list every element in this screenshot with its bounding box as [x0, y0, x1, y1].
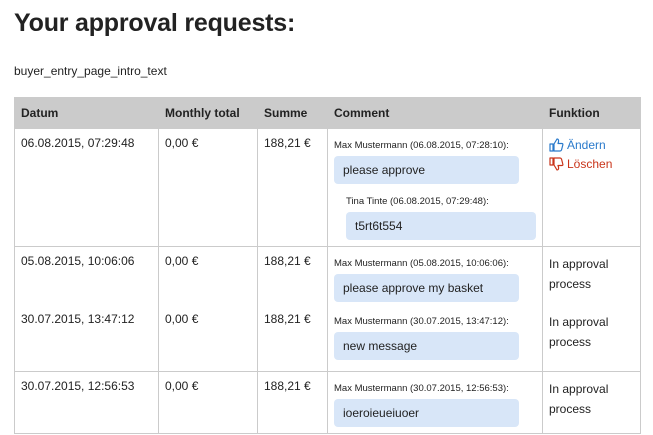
row-comment: Max Mustermann (06.08.2015, 07:28:10): p… — [327, 128, 543, 247]
row-monthly-total: 0,00 € — [158, 246, 258, 308]
page-title: Your approval requests: — [14, 9, 296, 37]
edit-label: Ändern — [567, 138, 606, 152]
header-comment: Comment — [327, 97, 543, 129]
row-monthly-total: 0,00 € — [158, 308, 258, 372]
row-date: 30.07.2015, 13:47:12 — [14, 308, 159, 372]
row-function: In approval process — [542, 371, 641, 434]
table-row: 30.07.2015, 13:47:12 0,00 € 188,21 € Max… — [14, 308, 641, 372]
approval-requests-table: Datum Monthly total Summe Comment Funkti… — [14, 97, 641, 434]
comment-bubble: please approve my basket — [334, 274, 519, 302]
comment-bubble: new message — [334, 332, 519, 360]
thumbs-up-icon — [549, 138, 564, 152]
edit-link[interactable]: Ändern — [549, 136, 634, 155]
comment-bubble: ioeroieueiuoer — [334, 398, 519, 427]
row-monthly-total: 0,00 € — [158, 128, 258, 247]
row-comment: Max Mustermann (30.07.2015, 13:47:12): n… — [327, 308, 543, 372]
comment-meta: Max Mustermann (06.08.2015, 07:28:10): — [334, 140, 509, 151]
comment-meta: Max Mustermann (30.07.2015, 12:56:53): — [334, 382, 509, 394]
comment-meta: Max Mustermann (05.08.2015, 10:06:06): — [334, 258, 509, 269]
row-monthly-total: 0,00 € — [158, 371, 258, 434]
table-row: 06.08.2015, 07:29:48 0,00 € 188,21 € Max… — [14, 128, 641, 247]
row-function: Ändern Löschen — [542, 128, 641, 247]
row-sum: 188,21 € — [257, 308, 328, 372]
delete-link[interactable]: Löschen — [549, 155, 634, 174]
header-monthly-total: Monthly total — [158, 97, 258, 129]
row-date: 06.08.2015, 07:29:48 — [14, 128, 159, 247]
row-comment: Max Mustermann (05.08.2015, 10:06:06): p… — [327, 246, 543, 308]
comment: Max Mustermann (30.07.2015, 12:56:53): i… — [334, 379, 536, 427]
table-row: 05.08.2015, 10:06:06 0,00 € 188,21 € Max… — [14, 246, 641, 308]
row-comment: Max Mustermann (30.07.2015, 12:56:53): i… — [327, 371, 543, 434]
intro-text: buyer_entry_page_intro_text — [14, 64, 167, 78]
header-function: Funktion — [542, 97, 641, 129]
comment-bubble: please approve — [334, 156, 519, 184]
comment: Max Mustermann (06.08.2015, 07:28:10): p… — [334, 136, 536, 184]
table-header-row: Datum Monthly total Summe Comment Funkti… — [14, 97, 641, 129]
row-date: 05.08.2015, 10:06:06 — [14, 246, 159, 308]
status-text: In approval process — [549, 381, 609, 416]
header-sum: Summe — [257, 97, 328, 129]
row-function: In approval process — [542, 308, 641, 372]
row-sum: 188,21 € — [257, 371, 328, 434]
reply-comment: Tina Tinte (06.08.2015, 07:29:48): t5rt6… — [346, 192, 536, 240]
status-text: In approval process — [549, 257, 609, 291]
comment: Max Mustermann (05.08.2015, 10:06:06): p… — [334, 254, 536, 302]
comment-meta: Max Mustermann (30.07.2015, 13:47:12): — [334, 316, 509, 327]
row-date: 30.07.2015, 12:56:53 — [14, 371, 159, 434]
row-sum: 188,21 € — [257, 246, 328, 308]
row-sum: 188,21 € — [257, 128, 328, 247]
reply-meta: Tina Tinte (06.08.2015, 07:29:48): — [346, 196, 489, 207]
status-text: In approval process — [549, 315, 609, 349]
header-date: Datum — [14, 97, 159, 129]
comment: Max Mustermann (30.07.2015, 13:47:12): n… — [334, 312, 536, 360]
thumbs-down-icon — [549, 157, 564, 171]
delete-label: Löschen — [567, 157, 613, 171]
reply-bubble: t5rt6t554 — [346, 212, 536, 240]
table-row: 30.07.2015, 12:56:53 0,00 € 188,21 € Max… — [14, 371, 641, 434]
row-function: In approval process — [542, 246, 641, 308]
